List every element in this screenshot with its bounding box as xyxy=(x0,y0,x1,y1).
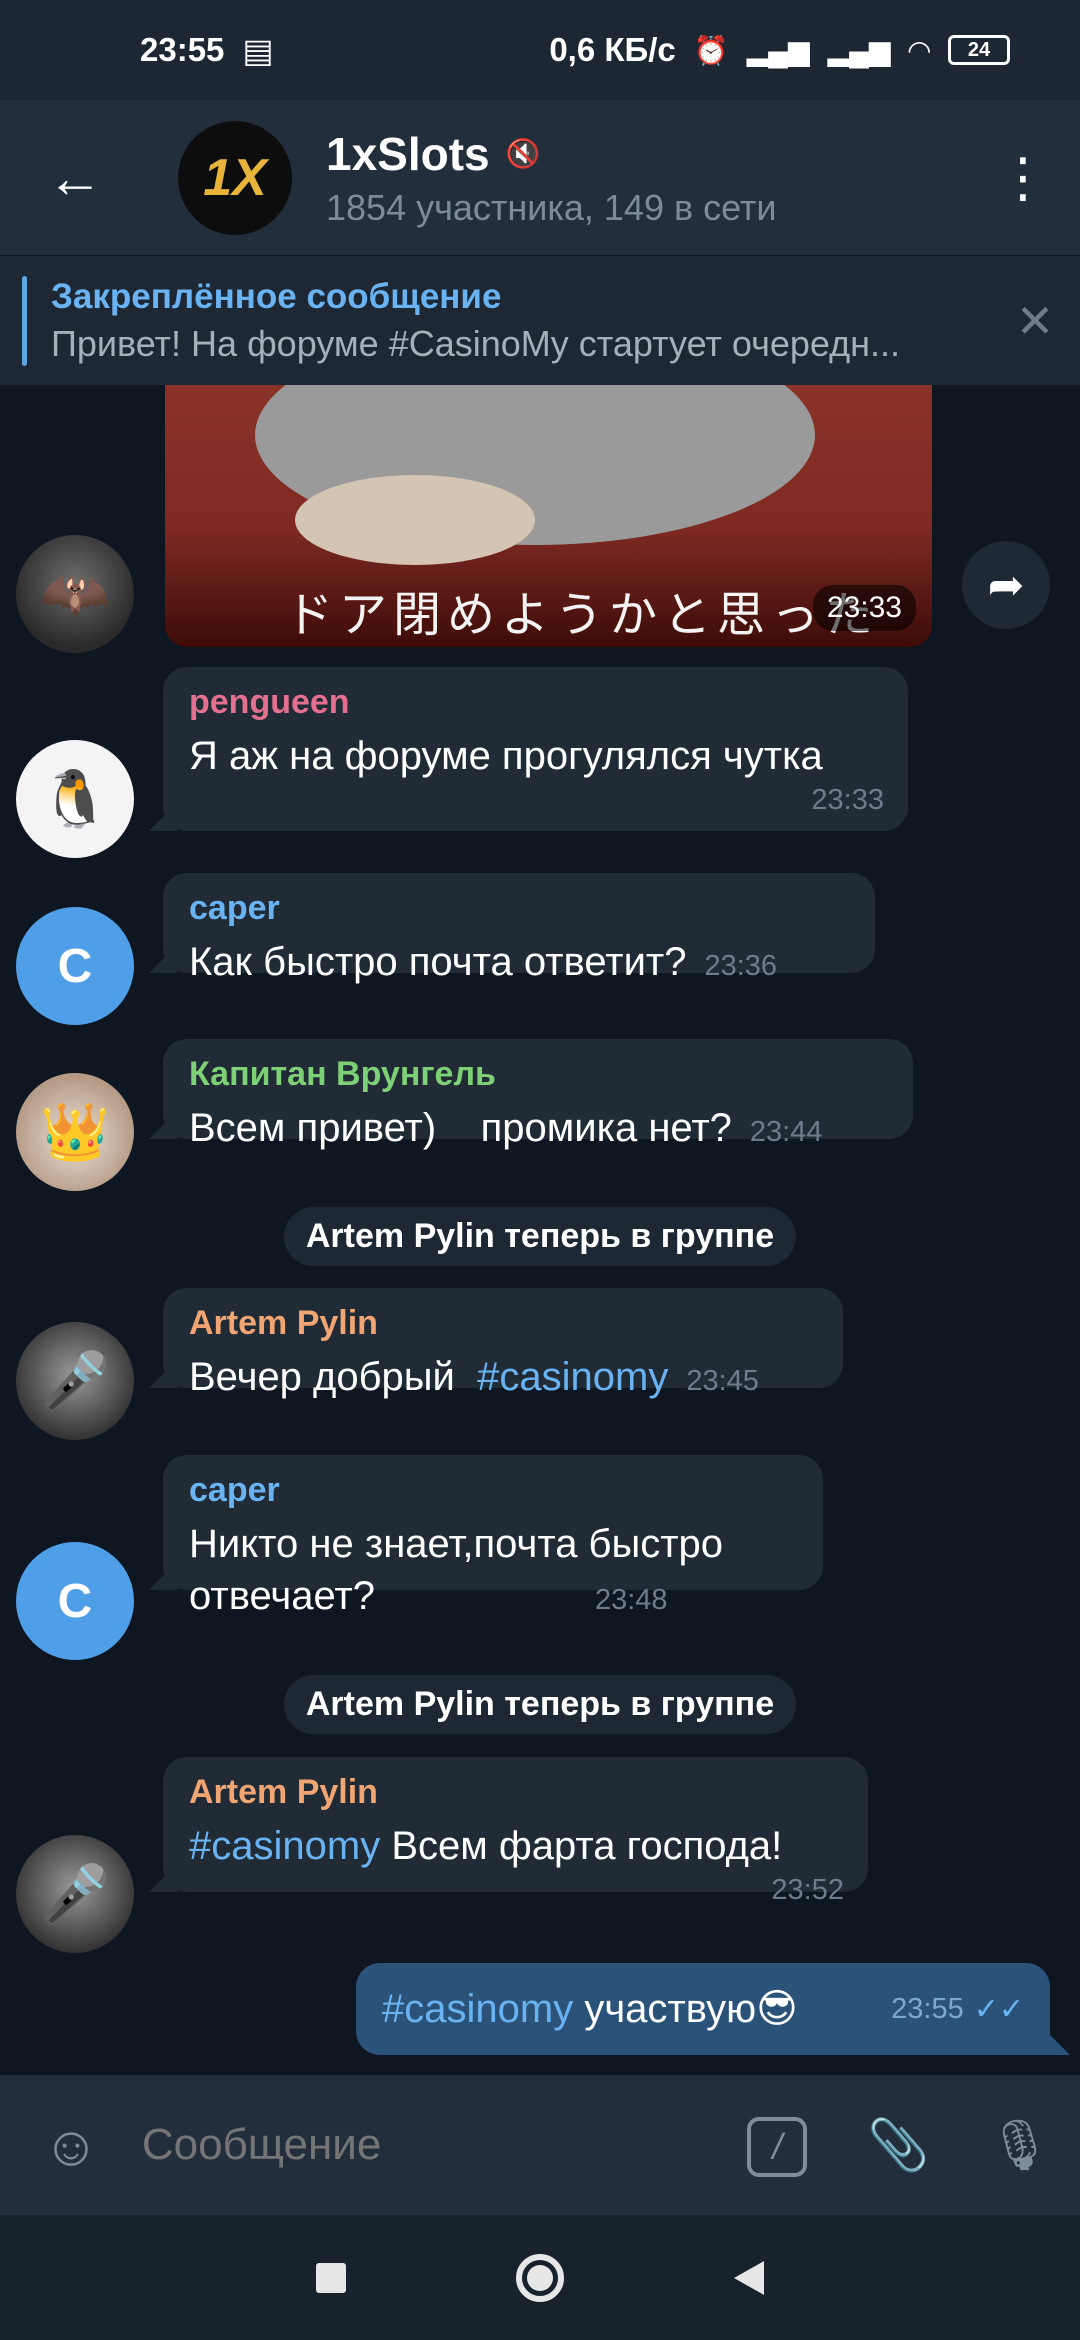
share-icon[interactable]: ➦ xyxy=(962,541,1050,629)
message-text-line1: Никто не знает,почта быстро xyxy=(189,1522,724,1566)
media-figure-detail xyxy=(295,475,535,565)
sender-name: Капитан Врунгель xyxy=(189,1055,496,1093)
avatar[interactable]: 🎤 xyxy=(16,1322,134,1440)
system-nav-bar xyxy=(0,2215,1080,2340)
message-composer: ☺ / 📎 🎙 xyxy=(0,2075,1080,2215)
pinned-preview: Привет! На форуме #CasinoMy стартует оче… xyxy=(51,322,901,364)
message-input[interactable] xyxy=(141,2120,717,2170)
signal-icon: ▂▄▆ xyxy=(746,34,810,66)
message-time: 23:33 xyxy=(811,784,884,816)
message-bubble[interactable]: Artem Pylin #casinomy Всем фарта господа… xyxy=(163,1757,868,1906)
back-triangle-icon[interactable] xyxy=(734,2260,764,2295)
message-time: 23:33 xyxy=(812,585,916,631)
person-photo-icon: 🎤 xyxy=(40,1862,110,1925)
avatar[interactable]: C xyxy=(16,1542,134,1660)
message-bubble[interactable]: Капитан Врунгель Всем привет) промика не… xyxy=(163,1039,913,1150)
message-time: 23:45 xyxy=(686,1365,759,1397)
avatar[interactable]: 🐧 xyxy=(16,740,134,858)
crown-icon: 👑 xyxy=(40,1100,110,1163)
service-message: Artem Pylin теперь в группе xyxy=(283,1207,797,1266)
message-bubble[interactable]: caper Никто не знает,почта быстро отвеча… xyxy=(163,1455,823,1618)
battery-icon: 24 xyxy=(948,35,1010,65)
hashtag-link[interactable]: #casinomy xyxy=(382,1987,573,2031)
close-icon[interactable]: ✕ xyxy=(990,294,1080,348)
more-options-icon[interactable]: ⋮ xyxy=(978,100,1068,255)
sender-name: Artem Pylin xyxy=(189,1304,378,1342)
person-photo-icon: 🎤 xyxy=(40,1349,110,1412)
sender-name: pengueen xyxy=(189,683,350,721)
slash-command-icon: / xyxy=(747,2117,808,2177)
bot-commands-button[interactable]: / xyxy=(717,2113,838,2177)
avatar[interactable]: C xyxy=(16,907,134,1025)
back-arrow-icon[interactable]: ← xyxy=(0,100,150,255)
hashtag-link[interactable]: #casinomy xyxy=(477,1355,668,1399)
chat-avatar[interactable]: 1X xyxy=(178,120,292,235)
message-text: Я аж на форуме прогулялся чутка xyxy=(189,734,823,778)
pinned-message-bar[interactable]: Закреплённое сообщение Привет! На форуме… xyxy=(0,255,1080,385)
service-message: Artem Pylin теперь в группе xyxy=(283,1675,797,1734)
network-speed: 0,6 КБ/с xyxy=(549,31,676,68)
message-list[interactable]: ドア閉めようかと思った 23:33 🦇 ➦ 🐧 pengueen Я аж на… xyxy=(0,385,1080,2075)
avatar[interactable]: 🦇 xyxy=(16,535,134,653)
home-icon[interactable] xyxy=(516,2253,564,2302)
wifi-icon: ◠ xyxy=(908,34,930,66)
pinned-accent-line xyxy=(22,275,27,366)
message-time: 23:36 xyxy=(704,950,778,982)
muted-icon: 🔇 xyxy=(505,138,541,169)
microphone-icon[interactable]: 🎙 xyxy=(959,2116,1080,2175)
message-text: Всем привет) промика нет? xyxy=(189,1106,732,1150)
chat-title: 1xSlots xyxy=(326,127,490,180)
message-time: 23:44 xyxy=(749,1116,823,1148)
message-text: Вечер добрый xyxy=(189,1355,455,1399)
alarm-icon: ⏰ xyxy=(693,34,729,66)
message-text-line2: отвечает? xyxy=(189,1574,375,1618)
emoji-icon[interactable]: ☺ xyxy=(0,2113,142,2178)
outgoing-message-bubble[interactable]: #casinomy участвую😎 23:55 ✓✓ xyxy=(356,1963,1050,2055)
status-bar: 23:55 ▤ 0,6 КБ/с ⏰ ▂▄▆ ▂▄▆ ◠ 24 xyxy=(0,0,1080,100)
penguin-icon: 🐧 xyxy=(40,767,110,830)
avatar[interactable]: 🎤 xyxy=(16,1835,134,1953)
message-text: Всем фарта господа! xyxy=(380,1824,783,1868)
sender-name: caper xyxy=(189,1471,280,1509)
outgoing-bubble-tail xyxy=(1040,2025,1070,2055)
news-icon: ▤ xyxy=(242,31,274,69)
chat-subtitle: 1854 участника, 149 в сети xyxy=(326,186,777,228)
message-text: участвую😎 xyxy=(573,1987,798,2031)
media-message[interactable]: ドア閉めようかと思った 23:33 xyxy=(165,385,932,647)
message-text: Как быстро почта ответит? xyxy=(189,940,687,984)
message-bubble[interactable]: caper Как быстро почта ответит? 23:36 xyxy=(163,873,875,984)
message-time: 23:52 xyxy=(771,1874,844,1906)
double-check-icon: ✓✓ xyxy=(973,1992,1024,2026)
message-bubble[interactable]: pengueen Я аж на форуме прогулялся чутка… xyxy=(163,667,908,831)
signal-icon-2: ▂▄▆ xyxy=(827,34,891,66)
chat-info[interactable]: 1xSlots 🔇 1854 участника, 149 в сети xyxy=(326,127,978,229)
media-caption: ドア閉めようかと思った xyxy=(285,587,880,643)
recents-icon[interactable] xyxy=(316,2262,346,2293)
hashtag-link[interactable]: #casinomy xyxy=(189,1824,380,1868)
message-time: 23:48 xyxy=(594,1584,668,1616)
batman-mask-icon: 🦇 xyxy=(40,562,110,625)
sender-name: caper xyxy=(189,889,280,927)
attach-icon[interactable]: 📎 xyxy=(838,2116,959,2175)
sender-name: Artem Pylin xyxy=(189,1773,378,1811)
message-bubble[interactable]: Artem Pylin Вечер добрый #casinomy 23:45 xyxy=(163,1288,843,1399)
clock: 23:55 xyxy=(140,31,225,68)
chat-header: ← 1X 1xSlots 🔇 1854 участника, 149 в сет… xyxy=(0,100,1080,255)
pinned-title: Закреплённое сообщение xyxy=(51,276,502,316)
avatar[interactable]: 👑 xyxy=(16,1073,134,1191)
message-time: 23:55 xyxy=(891,1992,964,2025)
